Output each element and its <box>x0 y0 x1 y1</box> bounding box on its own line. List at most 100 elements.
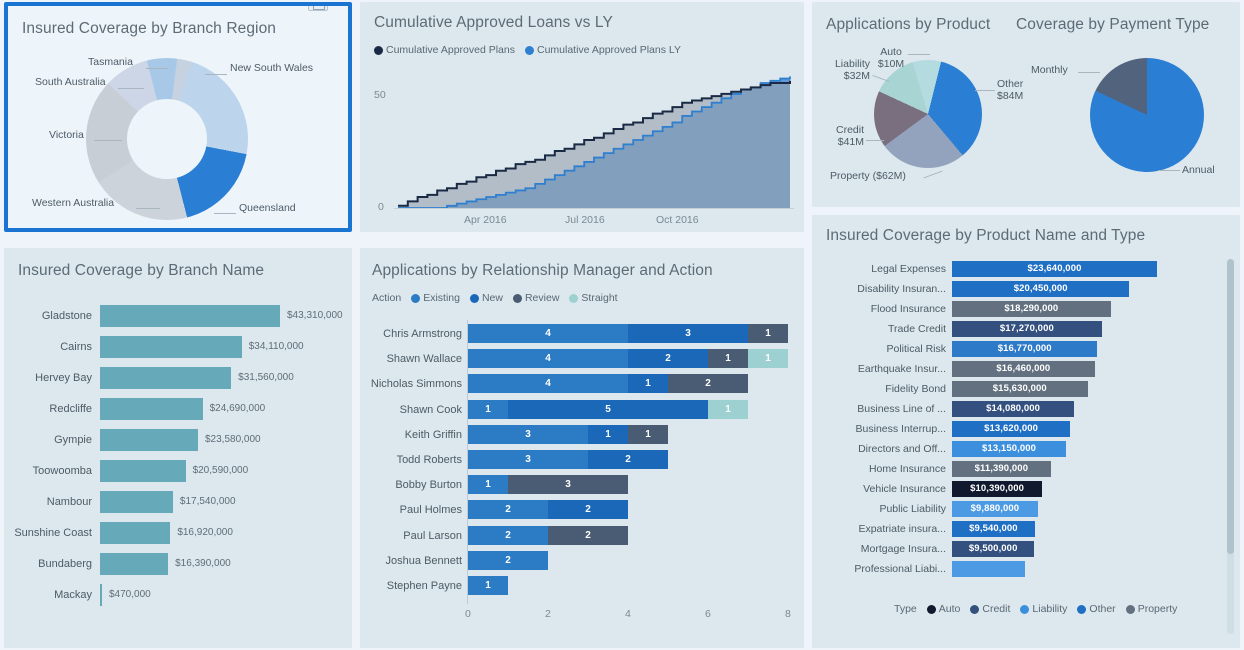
bar-segment[interactable] <box>100 429 198 451</box>
legend-item-new[interactable]: New <box>469 292 503 304</box>
bar-segment[interactable]: $11,390,000 <box>952 460 1051 477</box>
card-insured-coverage-by-product[interactable]: Insured Coverage by Product Name and Typ… <box>812 215 1240 648</box>
stacked-bar-segment[interactable]: 2 <box>468 550 548 570</box>
focus-mode-icon[interactable] <box>308 6 328 11</box>
bar-segment[interactable] <box>952 560 1025 577</box>
legend-cumulative-loans[interactable]: Cumulative Approved Plans Cumulative App… <box>374 44 681 56</box>
stacked-bar-segment[interactable]: 1 <box>468 575 508 595</box>
legend-item-cumulative-approved-plans-ly[interactable]: Cumulative Approved Plans LY <box>525 44 681 56</box>
bar-row[interactable]: Directors and Off... $13,150,000 <box>812 439 1240 459</box>
bar-row[interactable]: Earthquake Insur... $16,460,000 <box>812 359 1240 379</box>
card-insured-coverage-by-branch-region[interactable]: Insured Coverage by Branch Region Tasman… <box>4 2 352 232</box>
card-cumulative-approved-loans[interactable]: Cumulative Approved Loans vs LY Cumulati… <box>360 2 804 232</box>
bar-segment[interactable] <box>100 584 102 606</box>
bar-chart-branch-name[interactable]: Gladstone $43,310,000 Cairns $34,110,000 Her… <box>4 302 352 612</box>
legend-type[interactable]: Type Auto Credit Liability Other Property <box>894 603 1177 615</box>
stacked-bar-segment[interactable]: 2 <box>468 525 548 545</box>
stacked-bar-row[interactable]: Paul Larson 2 2 <box>360 524 804 549</box>
bar-segment[interactable]: $9,540,000 <box>952 520 1035 537</box>
stacked-bar-row[interactable]: Shawn Cook 1 5 1 <box>360 398 804 423</box>
bar-segment[interactable]: $15,630,000 <box>952 380 1088 397</box>
card-pies[interactable]: Applications by Product Coverage by Paym… <box>812 2 1240 207</box>
pie-chart-applications-by-product[interactable] <box>874 60 982 168</box>
bar-segment[interactable]: $13,150,000 <box>952 440 1067 457</box>
bar-row[interactable]: Expatriate insura... $9,540,000 <box>812 519 1240 539</box>
stacked-bar-segment[interactable]: 1 <box>708 349 748 369</box>
bar-segment[interactable]: $23,640,000 <box>952 260 1157 277</box>
stacked-bar-segment[interactable]: 4 <box>468 324 628 343</box>
bar-row[interactable]: Mackay $470,000 <box>4 581 352 612</box>
bar-row[interactable]: Bundaberg $16,390,000 <box>4 550 352 581</box>
bar-row[interactable]: Hervey Bay $31,560,000 <box>4 364 352 395</box>
stacked-bar-segment[interactable]: 1 <box>468 399 508 419</box>
bar-segment[interactable]: $9,500,000 <box>952 540 1035 557</box>
bar-row[interactable]: Business Interrup... $13,620,000 <box>812 419 1240 439</box>
stacked-bar-segment[interactable]: 1 <box>628 374 668 394</box>
bar-row[interactable]: Professional Liabi... <box>812 559 1240 579</box>
stacked-bar-row[interactable]: Nicholas Simmons 4 1 2 <box>360 372 804 397</box>
stacked-bar-segment[interactable]: 3 <box>468 424 588 444</box>
stacked-bar-segment[interactable]: 1 <box>628 424 668 444</box>
stacked-bar-segment[interactable]: 4 <box>468 349 628 369</box>
bar-row[interactable]: Gympie $23,580,000 <box>4 426 352 457</box>
bar-row[interactable]: Home Insurance $11,390,000 <box>812 459 1240 479</box>
stacked-bar-segment[interactable]: 1 <box>468 475 508 495</box>
bar-row[interactable]: Public Liability $9,880,000 <box>812 499 1240 519</box>
bar-segment[interactable] <box>100 491 173 513</box>
bar-segment[interactable]: $16,770,000 <box>952 340 1098 357</box>
bar-row[interactable]: Cairns $34,110,000 <box>4 333 352 364</box>
bar-row[interactable]: Toowoomba $20,590,000 <box>4 457 352 488</box>
bar-row[interactable]: Disability Insuran... $20,450,000 <box>812 279 1240 299</box>
bar-row[interactable]: Trade Credit $17,270,000 <box>812 319 1240 339</box>
stacked-bar-segment[interactable]: 2 <box>668 374 748 394</box>
bar-segment[interactable] <box>100 398 203 420</box>
donut-chart-region[interactable] <box>86 58 248 220</box>
legend-item-property[interactable]: Property <box>1125 603 1177 615</box>
stacked-bar-segment[interactable]: 2 <box>588 449 668 469</box>
stacked-bar-segment[interactable]: 1 <box>708 399 748 419</box>
bar-segment[interactable]: $14,080,000 <box>952 400 1075 417</box>
bar-chart-product-name-type[interactable]: Legal Expenses $23,640,000 Disability Insu… <box>812 259 1240 579</box>
bar-segment[interactable] <box>100 522 171 544</box>
bar-row[interactable]: Nambour $17,540,000 <box>4 488 352 519</box>
legend-item-liability[interactable]: Liability <box>1020 603 1067 615</box>
stacked-bar-segment[interactable]: 3 <box>468 449 588 469</box>
product-chart-scrollbar[interactable] <box>1227 259 1234 634</box>
stacked-bar-row[interactable]: Stephen Payne 1 <box>360 574 804 599</box>
legend-item-auto[interactable]: Auto <box>926 603 960 615</box>
legend-item-credit[interactable]: Credit <box>970 603 1010 615</box>
stacked-bar-row[interactable]: Todd Roberts 3 2 <box>360 448 804 473</box>
scrollbar-thumb[interactable] <box>1227 259 1234 554</box>
stacked-bar-row[interactable]: Joshua Bennett 2 <box>360 549 804 574</box>
stacked-bar-row[interactable]: Paul Holmes 2 2 <box>360 498 804 523</box>
bar-segment[interactable]: $18,290,000 <box>952 300 1111 317</box>
stacked-bar-row[interactable]: Chris Armstrong 4 3 1 <box>360 322 804 347</box>
stacked-bar-segment[interactable]: 3 <box>628 324 748 343</box>
stacked-bar-row[interactable]: Shawn Wallace 4 2 1 1 <box>360 347 804 372</box>
bar-row[interactable]: Business Line of ... $14,080,000 <box>812 399 1240 419</box>
legend-item-other[interactable]: Other <box>1077 603 1116 615</box>
bar-segment[interactable]: $13,620,000 <box>952 420 1071 437</box>
bar-segment[interactable]: $9,880,000 <box>952 500 1038 517</box>
legend-item-review[interactable]: Review <box>512 292 559 304</box>
legend-item-straight[interactable]: Straight <box>569 292 618 304</box>
stacked-bar-segment[interactable]: 2 <box>628 349 708 369</box>
stacked-bar-segment[interactable]: 4 <box>468 374 628 394</box>
stacked-bar-segment[interactable]: 1 <box>748 324 788 343</box>
card-applications-by-relationship-manager[interactable]: Applications by Relationship Manager and… <box>360 248 804 648</box>
bar-segment[interactable] <box>100 367 232 389</box>
bar-row[interactable]: Mortgage Insura... $9,500,000 <box>812 539 1240 559</box>
legend-action[interactable]: Action Existing New Review Straight <box>372 292 618 304</box>
stacked-bar-segment[interactable]: 2 <box>548 500 628 520</box>
bar-segment[interactable]: $20,450,000 <box>952 280 1130 297</box>
area-chart-cumulative-loans[interactable] <box>394 68 794 213</box>
stacked-bar-segment[interactable]: 3 <box>508 475 628 495</box>
bar-segment[interactable] <box>100 460 186 482</box>
stacked-bar-row[interactable]: Bobby Burton 1 3 <box>360 473 804 498</box>
bar-row[interactable]: Political Risk $16,770,000 <box>812 339 1240 359</box>
bar-row[interactable]: Gladstone $43,310,000 <box>4 302 352 333</box>
stacked-bar-segment[interactable]: 1 <box>748 349 788 369</box>
pie-chart-coverage-by-payment-type[interactable] <box>1090 58 1204 172</box>
bar-segment[interactable]: $17,270,000 <box>952 320 1102 337</box>
bar-segment[interactable]: $16,460,000 <box>952 360 1095 377</box>
